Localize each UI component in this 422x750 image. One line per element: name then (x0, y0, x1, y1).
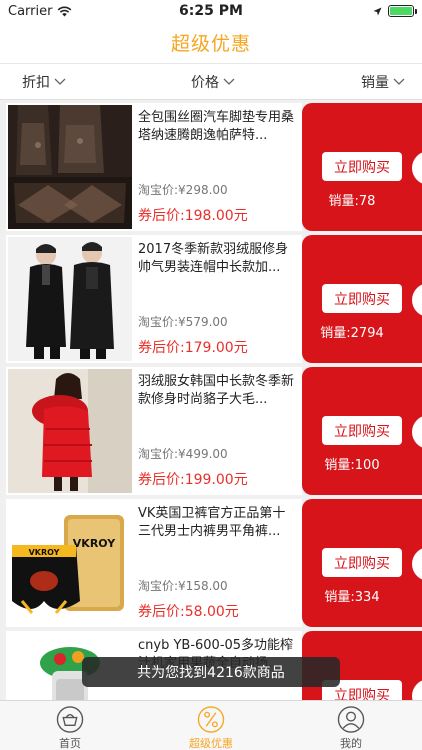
original-price: 淘宝价:¥499.00 (138, 447, 228, 461)
tab-profile[interactable]: 我的 (301, 701, 401, 750)
coupon-panel: 立即购买 销量:2794 (302, 235, 422, 363)
coupon-price: 券后价:199.00元 (138, 472, 248, 488)
wifi-icon (58, 6, 72, 16)
sales-count: 销量:334 (324, 590, 380, 605)
product-image[interactable] (8, 237, 132, 361)
product-card[interactable]: 2017冬季新款羽绒服修身帅气男装连帽中长款加... 淘宝价:¥579.00 券… (6, 235, 302, 363)
filter-label: 价格 (191, 75, 219, 91)
buy-now-button[interactable]: 立即购买 (322, 548, 402, 577)
page-title: 超级优惠 (170, 33, 251, 55)
sales-count: 销量:100 (324, 458, 380, 473)
coupon-price: 券后价:198.00元 (138, 208, 248, 224)
location-arrow-icon (373, 6, 382, 16)
result-count-toast: 共为您找到4216款商品 (82, 657, 340, 687)
product-card[interactable]: VKROY VKROY VK英国卫裤官方正品第十三代男士内裤男平角裤... 淘宝… (6, 499, 302, 627)
product-title: VK英国卫裤官方正品第十三代男士内裤男平角裤... (138, 506, 286, 539)
status-left: Carrier (8, 4, 72, 19)
tab-home[interactable]: 首页 (20, 701, 120, 750)
vkroy-waistband-label: VKROY (29, 548, 60, 557)
tab-bar: 首页 超级优惠 我的 (0, 700, 422, 750)
coupon-panel: 立即购买 销量:334 (302, 499, 422, 627)
carrier-label: Carrier (8, 3, 53, 19)
coupon-price: 券后价:179.00元 (138, 340, 248, 356)
chevron-down-icon (54, 78, 66, 85)
coupon-price: 券后价:58.00元 (138, 604, 239, 620)
filter-discount[interactable]: 折扣 (22, 64, 66, 100)
filter-label: 折扣 (22, 75, 50, 91)
status-right (373, 5, 417, 17)
coupon-notch (412, 547, 422, 581)
product-title: 羽绒服女韩国中长款冬季新款修身时尚貉子大毛... (138, 374, 294, 407)
status-bar: Carrier 6:25 PM (0, 0, 422, 22)
original-price: 淘宝价:¥298.00 (138, 183, 228, 197)
product-title: 全包围丝圈汽车脚垫专用桑塔纳速腾朗逸帕萨特... (138, 110, 294, 143)
filter-bar: 折扣 价格 销量 (0, 64, 422, 100)
product-list[interactable]: 全包围丝圈汽车脚垫专用桑塔纳速腾朗逸帕萨特... 淘宝价:¥298.00 券后价… (0, 100, 422, 700)
product-image[interactable]: VKROY VKROY (8, 501, 132, 625)
chevron-down-icon (223, 78, 235, 85)
buy-now-button[interactable]: 立即购买 (322, 416, 402, 445)
product-item[interactable]: 2017冬季新款羽绒服修身帅气男装连帽中长款加... 淘宝价:¥579.00 券… (6, 235, 422, 363)
battery-fill (390, 7, 412, 15)
filter-sales[interactable]: 销量 (361, 64, 405, 100)
buy-now-button[interactable]: 立即购买 (322, 152, 402, 181)
discount-percent-icon (197, 706, 225, 733)
tab-label: 我的 (340, 737, 362, 750)
sales-count: 销量:78 (328, 194, 376, 209)
coupon-notch (412, 283, 422, 317)
coupon-notch (412, 415, 422, 449)
product-card[interactable]: 全包围丝圈汽车脚垫专用桑塔纳速腾朗逸帕萨特... 淘宝价:¥298.00 券后价… (6, 103, 302, 231)
vkroy-can-label: VKROY (73, 537, 116, 550)
chevron-down-icon (393, 78, 405, 85)
nav-bar: 超级优惠 (0, 22, 422, 64)
product-image[interactable] (8, 369, 132, 493)
product-image[interactable] (8, 105, 132, 229)
coupon-panel: 立即购买 销量:78 (302, 103, 422, 231)
tab-super-deals[interactable]: 超级优惠 (161, 701, 261, 750)
product-item[interactable]: 全包围丝圈汽车脚垫专用桑塔纳速腾朗逸帕萨特... 淘宝价:¥298.00 券后价… (6, 103, 422, 231)
filter-price[interactable]: 价格 (191, 64, 235, 100)
coupon-notch (412, 679, 422, 700)
original-price: 淘宝价:¥158.00 (138, 579, 228, 593)
product-card[interactable]: 羽绒服女韩国中长款冬季新款修身时尚貉子大毛... 淘宝价:¥499.00 券后价… (6, 367, 302, 495)
tab-label: 首页 (59, 737, 81, 750)
filter-label: 销量 (361, 75, 389, 91)
product-item[interactable]: 羽绒服女韩国中长款冬季新款修身时尚貉子大毛... 淘宝价:¥499.00 券后价… (6, 367, 422, 495)
sales-count: 销量:2794 (320, 326, 384, 341)
home-basket-icon (56, 706, 84, 733)
original-price: 淘宝价:¥579.00 (138, 315, 228, 329)
battery-icon (388, 5, 417, 17)
buy-now-button[interactable]: 立即购买 (322, 284, 402, 313)
coupon-panel: 立即购买 销量:100 (302, 367, 422, 495)
product-title: 2017冬季新款羽绒服修身帅气男装连帽中长款加... (138, 242, 289, 275)
coupon-notch (412, 151, 422, 185)
user-profile-icon (337, 706, 365, 733)
tab-label: 超级优惠 (189, 737, 233, 750)
product-item[interactable]: VKROY VKROY VK英国卫裤官方正品第十三代男士内裤男平角裤... 淘宝… (6, 499, 422, 627)
